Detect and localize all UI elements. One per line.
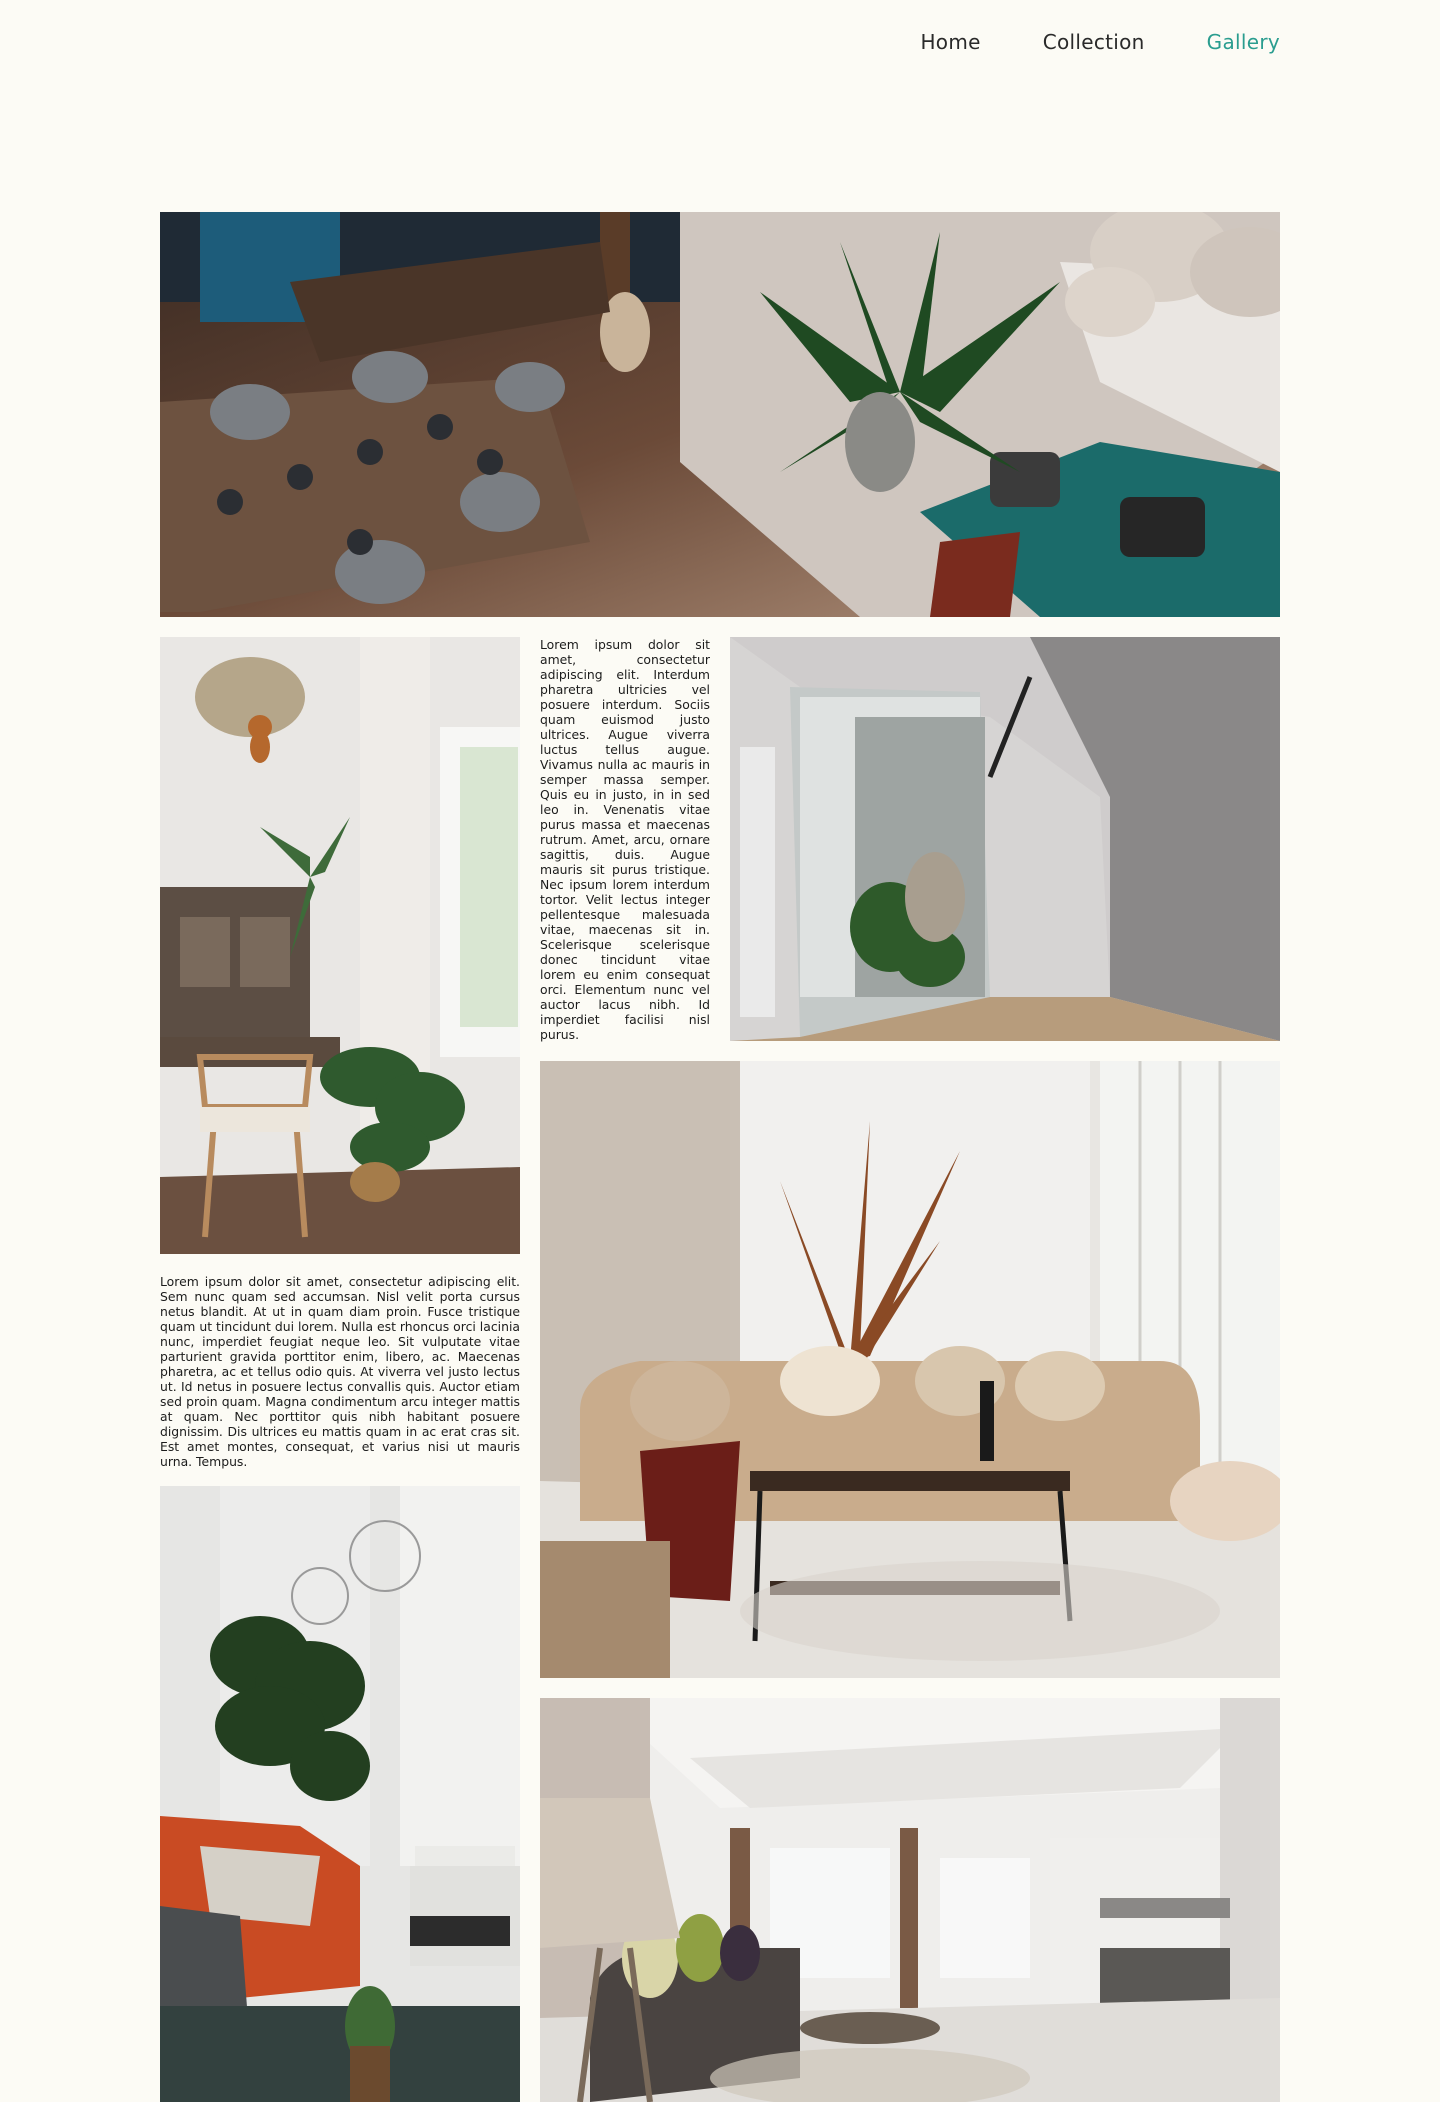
red-sofa-illustration: [160, 1486, 520, 2102]
study-corner-illustration: [160, 637, 520, 1254]
gallery-image-open-kitchen[interactable]: [540, 1698, 1280, 2102]
dining-room-illustration: [160, 212, 1280, 617]
open-kitchen-illustration: [540, 1698, 1280, 2102]
nav-collection-link[interactable]: Collection: [1043, 30, 1145, 54]
living-room-illustration: [540, 1061, 1280, 1678]
gallery-text-block-1: Lorem ipsum dolor sit amet, consectetur …: [540, 637, 710, 1042]
hallway-illustration: [730, 637, 1280, 1041]
gallery-text-block-2: Lorem ipsum dolor sit amet, consectetur …: [160, 1274, 520, 1469]
gallery-image-red-sofa[interactable]: [160, 1486, 520, 2102]
main-nav: Home Collection Gallery: [920, 30, 1280, 54]
gallery-image-living-room[interactable]: [540, 1061, 1280, 1678]
nav-gallery-link[interactable]: Gallery: [1207, 30, 1280, 54]
gallery-image-study-corner[interactable]: [160, 637, 520, 1254]
gallery-image-hallway[interactable]: [730, 637, 1280, 1041]
nav-home-link[interactable]: Home: [920, 30, 980, 54]
gallery-image-dining-room[interactable]: [160, 212, 1280, 617]
